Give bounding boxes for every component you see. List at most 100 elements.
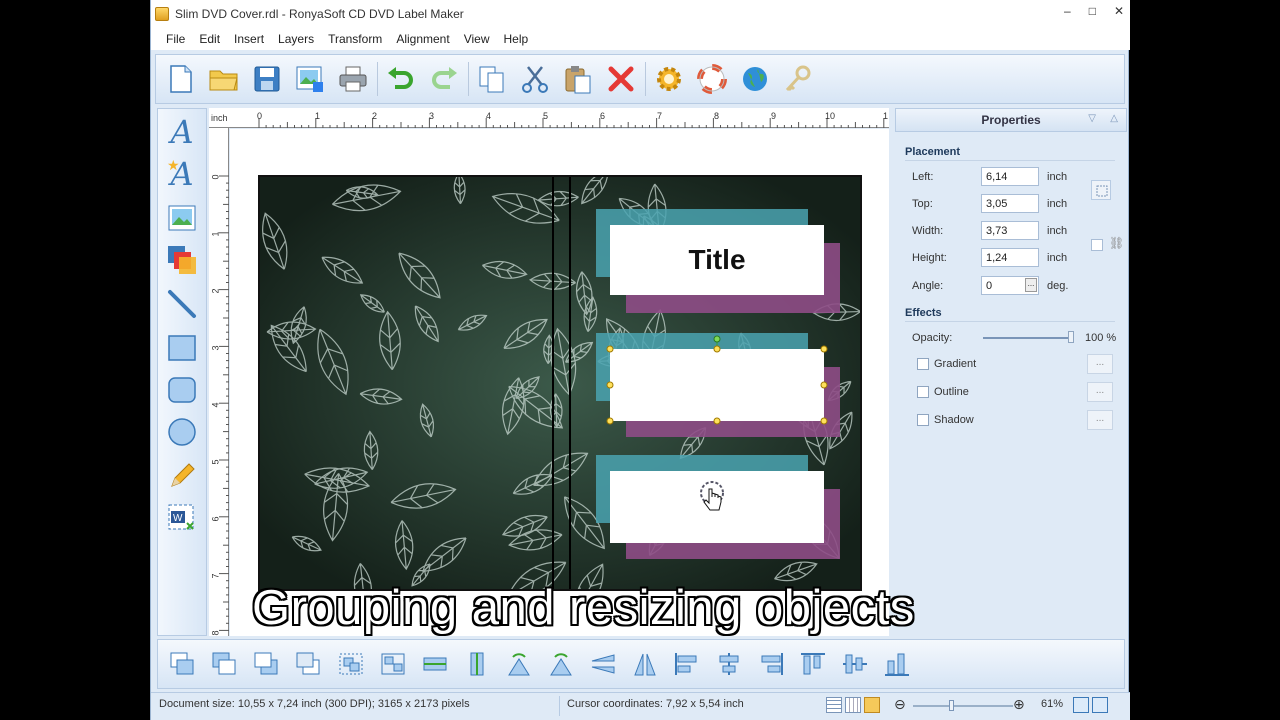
redo-icon[interactable] [427, 62, 461, 96]
export-image-icon[interactable] [293, 62, 327, 96]
settings-gear-icon[interactable] [652, 62, 686, 96]
align-bottom-icon[interactable] [882, 649, 912, 679]
menu-view[interactable]: View [457, 32, 497, 46]
ruler-top-label: 10 [825, 111, 836, 121]
bring-forward-icon[interactable] [210, 649, 240, 679]
ruler-left-label: 3 [210, 345, 221, 351]
pencil-tool-icon[interactable] [165, 459, 199, 493]
toolbar-separator [377, 62, 378, 96]
rectangle-tool-icon[interactable] [165, 331, 199, 365]
menu-transform[interactable]: Transform [321, 32, 389, 46]
shadow-settings-button[interactable]: ... [1087, 410, 1113, 430]
outline-checkbox[interactable] [917, 386, 929, 398]
open-folder-icon[interactable] [207, 62, 241, 96]
menu-help[interactable]: Help [496, 32, 535, 46]
register-key-icon[interactable] [781, 62, 815, 96]
rounded-rectangle-tool-icon[interactable] [165, 373, 199, 407]
shadow-checkbox[interactable] [917, 414, 929, 426]
outline-settings-button[interactable]: ... [1087, 382, 1113, 402]
design-canvas[interactable]: Title [230, 129, 889, 636]
top-input[interactable] [981, 194, 1039, 213]
grid-view-icon[interactable] [826, 697, 842, 713]
actual-size-icon[interactable] [1092, 697, 1108, 713]
layers-tool-icon[interactable] [165, 243, 199, 277]
web-globe-icon[interactable] [738, 62, 772, 96]
menu-edit[interactable]: Edit [192, 32, 227, 46]
new-document-icon[interactable] [164, 62, 198, 96]
opacity-slider-fill [983, 337, 1071, 339]
ungroup-icon[interactable] [378, 649, 408, 679]
rotate-left-icon[interactable] [504, 649, 534, 679]
fit-page-icon[interactable] [1073, 697, 1089, 713]
dvd-cover-background[interactable]: Title [258, 175, 862, 591]
same-height-icon[interactable] [462, 649, 492, 679]
title-bar: Slim DVD Cover.rdl - RonyaSoft CD DVD La… [151, 0, 1130, 28]
panel-collapse-icon[interactable]: △ [1110, 113, 1118, 124]
top-label: Top: [912, 198, 933, 210]
opacity-value: 100 % [1085, 332, 1117, 344]
panel-dropdown-icon[interactable]: ▽ [1088, 113, 1096, 124]
menu-layers[interactable]: Layers [271, 32, 321, 46]
text-tool-icon[interactable]: A [165, 113, 199, 151]
zoom-slider-track[interactable] [913, 705, 1013, 707]
zoom-out-icon[interactable]: ⊖ [894, 696, 906, 713]
width-input[interactable] [981, 221, 1039, 240]
close-button[interactable]: ✕ [1114, 4, 1124, 18]
flip-horizontal-icon[interactable] [630, 649, 660, 679]
image-tool-icon[interactable] [165, 201, 199, 235]
gradient-checkbox[interactable] [917, 358, 929, 370]
align-left-icon[interactable] [672, 649, 702, 679]
send-to-back-icon[interactable] [294, 649, 324, 679]
flip-vertical-icon[interactable] [588, 649, 618, 679]
maximize-button[interactable]: □ [1089, 4, 1096, 18]
ruler-left-label: 2 [210, 288, 221, 294]
snap-grid-icon[interactable] [845, 697, 861, 713]
left-input[interactable] [981, 167, 1039, 186]
group-icon[interactable] [336, 649, 366, 679]
zoom-in-icon[interactable]: ⊕ [1013, 696, 1025, 713]
minimize-button[interactable]: – [1064, 4, 1071, 18]
ruler-top-label: 1 [315, 111, 321, 121]
undo-icon[interactable] [384, 62, 418, 96]
menu-alignment[interactable]: Alignment [389, 32, 456, 46]
rotate-right-icon[interactable] [546, 649, 576, 679]
fit-size-icon[interactable] [1091, 180, 1111, 200]
art-text-tool-icon[interactable]: A ★ [165, 155, 199, 193]
cut-icon[interactable] [518, 62, 552, 96]
ellipse-tool-icon[interactable] [165, 415, 199, 449]
outline-label: Outline [934, 386, 969, 398]
send-backward-icon[interactable] [252, 649, 282, 679]
angle-picker-button[interactable]: ... [1025, 278, 1037, 292]
align-center-icon[interactable] [714, 649, 744, 679]
menu-file[interactable]: File [159, 32, 192, 46]
gradient-settings-button[interactable]: ... [1087, 354, 1113, 374]
opacity-slider-track[interactable] [983, 337, 1071, 339]
title-text-box[interactable]: Title [610, 225, 824, 295]
arrange-toolbar [157, 639, 1125, 689]
opacity-slider-thumb[interactable] [1068, 331, 1074, 343]
print-icon[interactable] [336, 62, 370, 96]
selected-text-box[interactable] [610, 349, 824, 421]
section-divider [905, 321, 1115, 322]
align-top-icon[interactable] [798, 649, 828, 679]
paste-icon[interactable] [561, 62, 595, 96]
align-right-icon[interactable] [756, 649, 786, 679]
menu-insert[interactable]: Insert [227, 32, 271, 46]
import-word-icon[interactable]: W [165, 501, 199, 535]
bring-to-front-icon[interactable] [168, 649, 198, 679]
delete-icon[interactable] [604, 62, 638, 96]
align-middle-icon[interactable] [840, 649, 870, 679]
guides-icon[interactable] [864, 697, 880, 713]
help-lifebuoy-icon[interactable] [695, 62, 729, 96]
height-input[interactable] [981, 248, 1039, 267]
document-size-text: Document size: 10,55 x 7,24 inch (300 DP… [159, 698, 470, 710]
placement-section-title: Placement [905, 146, 961, 158]
same-width-icon[interactable] [420, 649, 450, 679]
zoom-slider-thumb[interactable] [949, 700, 954, 711]
keep-proportions-checkbox[interactable] [1091, 239, 1103, 251]
save-icon[interactable] [250, 62, 284, 96]
angle-unit: deg. [1047, 280, 1069, 292]
line-tool-icon[interactable] [165, 287, 199, 321]
title-text[interactable]: Title [688, 244, 745, 276]
copy-icon[interactable] [475, 62, 509, 96]
